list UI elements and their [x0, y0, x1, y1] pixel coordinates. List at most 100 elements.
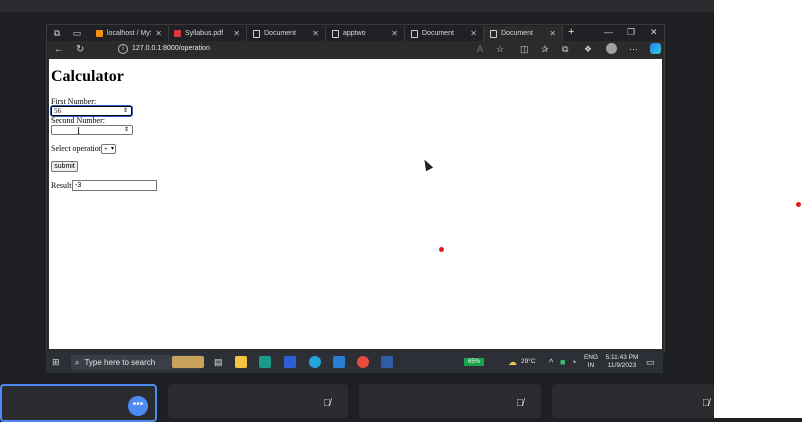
tab-label: Document	[501, 30, 533, 37]
operation-select[interactable]: + ▾	[101, 144, 116, 154]
page-title: Calculator	[51, 68, 124, 85]
favorites-icon[interactable]: ✰	[541, 44, 549, 55]
operation-label: Select operation	[51, 144, 103, 153]
participant-tile[interactable]: 🎙̸	[168, 384, 348, 418]
url-text: 127.0.0.1:8000/operation	[132, 45, 210, 52]
tab-document-2[interactable]: Document ✕	[405, 26, 484, 41]
mic-muted-icon: 🎙̸	[702, 398, 710, 409]
edge-icon[interactable]	[309, 356, 321, 368]
tab-localhost[interactable]: localhost / MySQL ✕	[90, 26, 169, 41]
participant-tile[interactable]: 🎙̸	[359, 384, 541, 418]
top-bar	[0, 0, 714, 12]
store-icon[interactable]	[259, 356, 271, 368]
document-icon	[253, 30, 260, 38]
mic-muted-icon: 🎙̸	[516, 398, 524, 409]
pdf-icon	[174, 30, 181, 37]
document-icon	[490, 30, 497, 38]
windows-start-icon[interactable]: ⊞	[52, 357, 60, 368]
info-icon[interactable]: i	[118, 44, 128, 54]
tab-actions-icon[interactable]: ▭	[72, 28, 82, 38]
region-code: IN	[587, 362, 595, 369]
refresh-icon[interactable]: ↻	[76, 44, 84, 55]
read-aloud-icon[interactable]: A	[477, 44, 483, 54]
back-icon[interactable]: ←	[54, 44, 64, 55]
copilot-icon[interactable]	[650, 43, 661, 54]
first-number-value: 56	[54, 107, 61, 115]
right-panel	[714, 0, 802, 418]
operation-value: +	[104, 145, 108, 153]
weather-icon[interactable]: ☁	[508, 357, 517, 368]
tab-label: Syllabus.pdf	[185, 30, 224, 37]
app-l-icon[interactable]	[284, 356, 296, 368]
language-indicator[interactable]: ENG IN	[583, 354, 599, 370]
close-icon[interactable]: ✕	[470, 26, 477, 41]
window-close-button[interactable]: ✕	[650, 27, 658, 38]
extensions-icon[interactable]: ❖	[584, 44, 592, 55]
browser-window: ⧉ ▭ localhost / MySQL ✕ Syllabus.pdf ✕ D…	[46, 24, 665, 353]
clock-time: 5:11:43 PM	[605, 354, 639, 361]
notification-icon[interactable]: ▭	[646, 357, 655, 368]
tab-label: Document	[264, 30, 296, 37]
new-tab-button[interactable]: +	[568, 26, 574, 38]
profile-avatar[interactable]	[606, 43, 617, 54]
close-icon[interactable]: ✕	[549, 26, 556, 41]
red-dot	[439, 247, 444, 252]
minimize-button[interactable]: —	[604, 27, 613, 37]
stepper-icon: ⇕	[123, 127, 129, 133]
text-cursor-icon: I	[77, 126, 80, 136]
document-icon	[411, 30, 418, 38]
tab-document-1[interactable]: Document ✕	[247, 26, 326, 41]
file-explorer-icon[interactable]	[235, 356, 247, 368]
tab-apptwo[interactable]: apptwo ✕	[326, 26, 405, 41]
search-icon: ⌕	[75, 358, 80, 367]
language-code: ENG	[583, 354, 599, 361]
split-screen-icon[interactable]: ◫	[520, 44, 529, 55]
tab-label: Document	[422, 30, 454, 37]
more-options-icon[interactable]: ⋯	[629, 44, 638, 55]
vscode-icon[interactable]	[333, 356, 345, 368]
document-icon	[332, 30, 339, 38]
chevron-down-icon: ▾	[110, 146, 114, 152]
red-dot	[796, 202, 801, 207]
search-placeholder: Type here to search	[84, 358, 156, 367]
result-label: Result	[51, 181, 72, 190]
mouse-pointer-icon	[420, 157, 434, 172]
clock[interactable]: 5:11:43 PM 11/9/2023	[603, 354, 641, 370]
stepper-icon: ⇕	[122, 108, 128, 114]
tab-label: apptwo	[343, 30, 366, 37]
search-highlight-icon[interactable]	[172, 356, 204, 368]
word-icon[interactable]	[381, 356, 393, 368]
collections-icon[interactable]: ⧉	[562, 44, 568, 55]
meeting-tiles: 🎙̸ 🎙̸ 🎙̸	[0, 384, 714, 422]
result-field[interactable]: -3	[72, 180, 157, 191]
mic-muted-icon: 🎙̸	[323, 398, 331, 409]
url-field[interactable]: i 127.0.0.1:8000/operation	[118, 44, 210, 54]
battery-indicator[interactable]: 65%	[464, 358, 484, 366]
task-view-icon[interactable]: ▤	[214, 357, 223, 368]
wifi-icon[interactable]: ◔	[571, 357, 576, 367]
close-icon[interactable]: ✕	[391, 26, 398, 41]
temperature[interactable]: 29°C	[521, 358, 536, 366]
windows-taskbar: ⊞ ⌕ Type here to search ▤ 65% ☁ 29°C ^ ■ …	[46, 352, 663, 373]
close-icon[interactable]: ✕	[312, 26, 319, 41]
close-icon[interactable]: ✕	[233, 26, 240, 41]
tab-label: localhost / MySQL	[107, 30, 151, 37]
second-number-select[interactable]: ⇕	[51, 125, 133, 135]
tab-syllabus[interactable]: Syllabus.pdf ✕	[168, 26, 247, 41]
close-icon[interactable]: ✕	[155, 26, 162, 41]
security-icon[interactable]: ■	[560, 357, 565, 367]
chevron-up-icon[interactable]: ^	[549, 357, 553, 367]
first-number-select[interactable]: 56 ⇕	[50, 105, 133, 117]
favorite-star-icon[interactable]: ☆	[496, 44, 504, 55]
address-bar: ← ↻ i 127.0.0.1:8000/operation A ☆ ◫ ✰ ⧉ …	[47, 41, 664, 58]
tab-bar: ⧉ ▭ localhost / MySQL ✕ Syllabus.pdf ✕ D…	[47, 25, 664, 41]
second-number-label: Second Number:	[51, 116, 105, 125]
restore-button[interactable]: ❐	[627, 27, 635, 38]
workspaces-icon[interactable]: ⧉	[52, 28, 62, 38]
tab-document-active[interactable]: Document ✕	[484, 26, 563, 41]
participant-tile[interactable]: 🎙̸	[552, 384, 714, 418]
chrome-icon[interactable]	[357, 356, 369, 368]
more-options-button[interactable]: •••	[128, 396, 148, 416]
web-page: Calculator First Number: 56 ⇕ Second Num…	[49, 59, 662, 349]
submit-button[interactable]: submit	[51, 161, 78, 172]
